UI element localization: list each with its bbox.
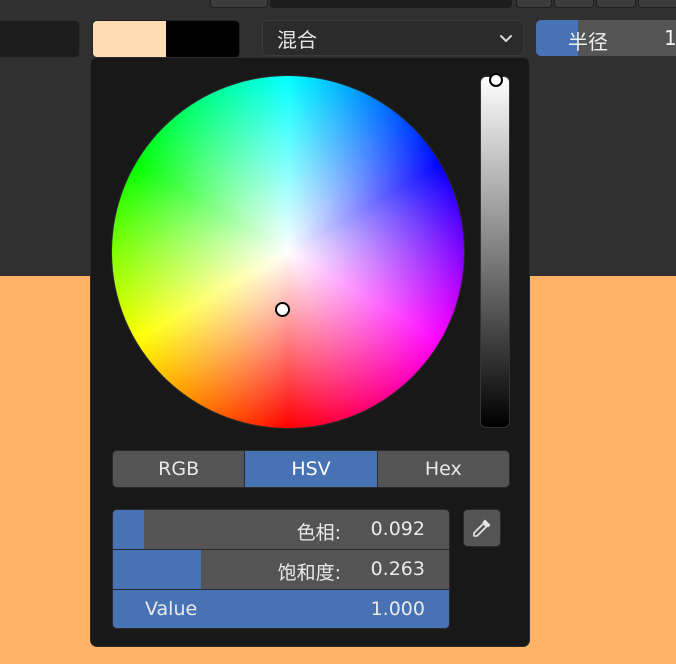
value-slider[interactable]: Value 1.000 [113,590,449,628]
chevron-down-icon [500,35,512,42]
tab-hsv[interactable]: HSV [245,451,378,487]
toolbar-icon-button[interactable] [638,0,676,8]
blend-mode-label: 混合 [277,27,317,52]
color-mode-tabs: RGB HSV Hex [112,450,510,488]
tool-field[interactable] [0,20,80,58]
tab-rgb[interactable]: RGB [113,451,246,487]
toolbar-segment[interactable] [210,0,268,8]
top-toolbar-strip [210,0,676,8]
toolbar-icon-button[interactable] [596,0,636,8]
eyedropper-button[interactable] [463,509,501,547]
value-label: Value [145,598,198,620]
value-value: 1.000 [370,598,425,620]
secondary-color-swatch[interactable] [166,21,239,57]
hue-slider[interactable]: 色相: 0.092 [113,510,449,550]
saturation-value: 0.263 [370,558,425,580]
color-picker-popup: RGB HSV Hex 色相: 0.092 饱和度: 0.263 Value 1… [90,57,530,647]
hue-label: 色相: [296,522,341,544]
tab-hex[interactable]: Hex [377,451,509,487]
radius-slider[interactable]: 半径 1 [536,20,676,56]
hue-value: 0.092 [370,518,425,540]
eyedropper-icon [473,519,491,537]
hue-saturation-wheel[interactable] [112,76,464,428]
wheel-cursor[interactable] [275,302,290,317]
primary-color-swatch[interactable] [93,21,166,57]
saturation-label: 饱和度: [277,562,341,584]
hue-slider-fill [113,510,144,549]
value-strip-cursor[interactable] [489,73,503,87]
toolbar-field[interactable] [270,0,512,8]
toolbar-icon-button[interactable] [516,0,552,8]
toolbar-icon-button[interactable] [554,0,594,8]
color-swatches[interactable] [92,20,240,58]
hsv-sliders: 色相: 0.092 饱和度: 0.263 Value 1.000 [112,509,450,629]
blend-mode-dropdown[interactable]: 混合 [262,20,524,56]
radius-label: 半径 [568,30,608,54]
radius-value: 1 [664,26,676,50]
saturation-slider-fill [113,550,202,589]
value-strip[interactable] [480,73,510,428]
saturation-slider[interactable]: 饱和度: 0.263 [113,550,449,590]
